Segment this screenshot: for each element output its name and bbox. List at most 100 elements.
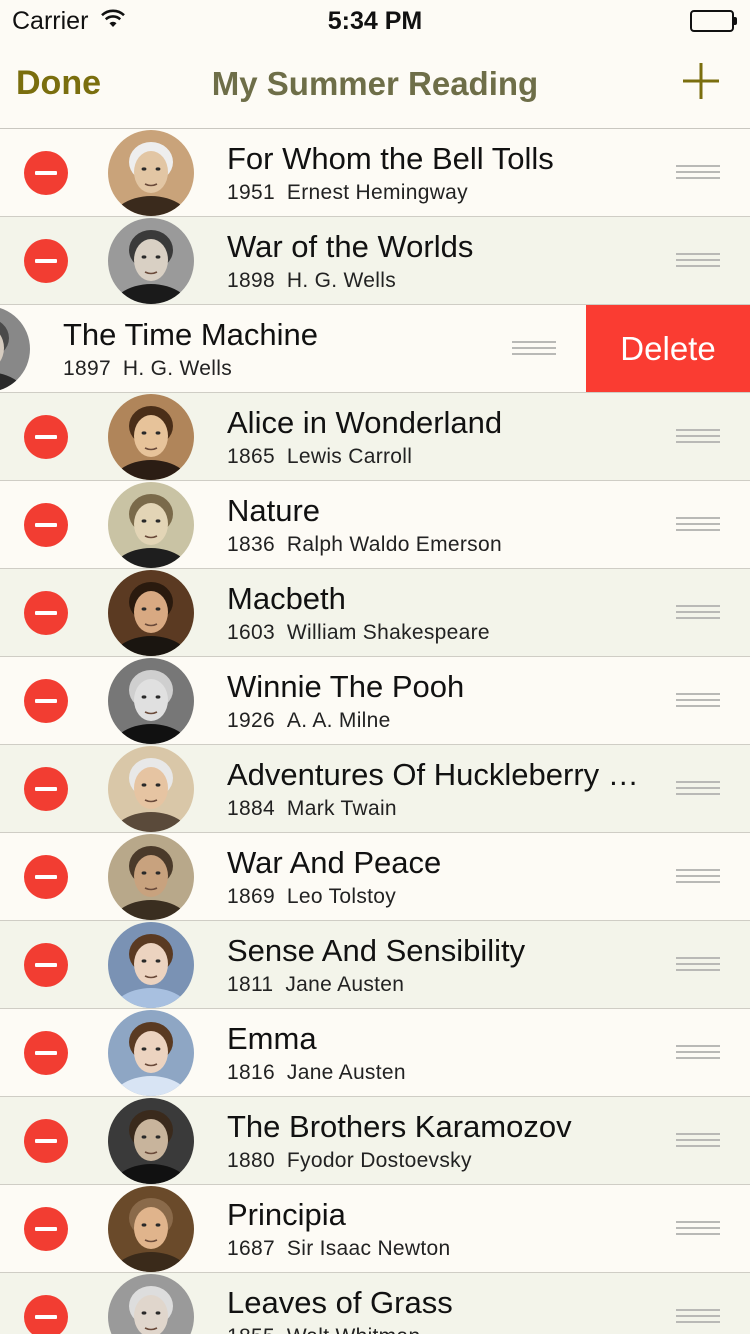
book-author: Sir Isaac Newton <box>286 1237 451 1260</box>
book-year: 1884 <box>227 797 275 820</box>
delete-circle-icon[interactable] <box>24 943 68 987</box>
reorder-handle-icon[interactable] <box>676 165 720 181</box>
row-content: War of the Worlds 1898 H. G. Wells <box>0 217 750 304</box>
delete-circle-icon[interactable] <box>24 503 68 547</box>
book-title: Nature <box>227 493 321 528</box>
reorder-handle-icon[interactable] <box>676 1045 720 1061</box>
table-row[interactable]: Emma 1816 Jane Austen <box>0 1009 750 1097</box>
row-content: Principia 1687 Sir Isaac Newton <box>0 1185 750 1272</box>
book-author: Ernest Hemingway <box>286 181 468 204</box>
book-year: 1855 <box>227 1325 275 1334</box>
delete-circle-icon[interactable] <box>24 855 68 899</box>
book-year: 1880 <box>227 1149 275 1172</box>
book-meta: 1811 Jane Austen <box>227 973 404 997</box>
table-row[interactable]: Nature 1836 Ralph Waldo Emerson <box>0 481 750 569</box>
book-year: 1869 <box>227 885 275 908</box>
book-year: 1811 <box>227 973 274 996</box>
book-author: H. G. Wells <box>286 269 397 292</box>
page-title: My Summer Reading <box>211 65 539 102</box>
author-portrait <box>108 482 194 568</box>
author-portrait <box>108 746 194 832</box>
delete-button[interactable]: Delete <box>586 305 750 392</box>
delete-circle-icon[interactable] <box>24 591 68 635</box>
reorder-handle-icon[interactable] <box>676 1309 720 1325</box>
battery-icon <box>690 10 738 32</box>
reorder-handle-icon[interactable] <box>676 1221 720 1237</box>
book-meta: 1836 Ralph Waldo Emerson <box>227 533 502 557</box>
book-author: Fyodor Dostoevsky <box>286 1149 472 1172</box>
table-row[interactable]: Macbeth 1603 William Shakespeare <box>0 569 750 657</box>
delete-circle-icon[interactable] <box>24 1031 68 1075</box>
book-year: 1951 <box>227 181 275 204</box>
book-year: 1897 <box>63 357 111 380</box>
table-row[interactable]: War of the Worlds 1898 H. G. Wells <box>0 217 750 305</box>
row-content: The Time Machine 1897 H. G. Wells <box>0 305 586 392</box>
book-title: Principia <box>227 1197 346 1232</box>
author-portrait <box>108 218 194 304</box>
table-row[interactable]: The Time Machine 1897 H. G. Wells Delete <box>0 305 750 393</box>
delete-circle-icon[interactable] <box>24 1119 68 1163</box>
book-author: William Shakespeare <box>286 621 490 644</box>
delete-circle-icon[interactable] <box>24 1295 68 1334</box>
table-row[interactable]: Alice in Wonderland 1865 Lewis Carroll <box>0 393 750 481</box>
book-year: 1816 <box>227 1061 275 1084</box>
table-row[interactable]: For Whom the Bell Tolls 1951 Ernest Heming… <box>0 129 750 217</box>
row-content: Macbeth 1603 William Shakespeare <box>0 569 750 656</box>
book-author: A. A. Milne <box>286 709 391 732</box>
author-portrait <box>108 1098 194 1184</box>
delete-circle-icon[interactable] <box>24 1207 68 1251</box>
plus-icon[interactable] <box>678 58 724 104</box>
author-portrait <box>108 394 194 480</box>
reorder-handle-icon[interactable] <box>676 517 720 533</box>
row-content: War And Peace 1869 Leo Tolstoy <box>0 833 750 920</box>
table-row[interactable]: Principia 1687 Sir Isaac Newton <box>0 1185 750 1273</box>
reorder-handle-icon[interactable] <box>676 869 720 885</box>
table-row[interactable]: War And Peace 1869 Leo Tolstoy <box>0 833 750 921</box>
book-author: Lewis Carroll <box>286 445 413 468</box>
delete-circle-icon[interactable] <box>24 415 68 459</box>
author-portrait <box>108 834 194 920</box>
book-title: Winnie The Pooh <box>227 669 465 704</box>
reorder-handle-icon[interactable] <box>676 1133 720 1149</box>
delete-circle-icon[interactable] <box>24 767 68 811</box>
book-meta: 1884 Mark Twain <box>227 797 397 821</box>
row-content: Emma 1816 Jane Austen <box>0 1009 750 1096</box>
table-row[interactable]: Adventures Of Huckleberry Finn 1884 Mark T… <box>0 745 750 833</box>
book-meta: 1897 H. G. Wells <box>63 357 232 381</box>
book-title: War of the Worlds <box>227 229 474 264</box>
author-portrait <box>108 570 194 656</box>
table-row[interactable]: Winnie The Pooh 1926 A. A. Milne <box>0 657 750 745</box>
reorder-handle-icon[interactable] <box>676 957 720 973</box>
reorder-handle-icon[interactable] <box>512 341 556 357</box>
author-portrait <box>108 1274 194 1334</box>
author-portrait <box>108 922 194 1008</box>
table-row[interactable]: Sense And Sensibility 1811 Jane Austen <box>0 921 750 1009</box>
author-portrait <box>108 658 194 744</box>
book-meta: 1865 Lewis Carroll <box>227 445 412 469</box>
book-author: Leo Tolstoy <box>286 885 397 908</box>
book-title: The Brothers Karamozov <box>227 1109 572 1144</box>
reorder-handle-icon[interactable] <box>676 605 720 621</box>
author-portrait <box>0 306 30 392</box>
reorder-handle-icon[interactable] <box>676 429 720 445</box>
delete-circle-icon[interactable] <box>24 151 68 195</box>
reorder-handle-icon[interactable] <box>676 781 720 797</box>
reorder-handle-icon[interactable] <box>676 693 720 709</box>
table-row[interactable]: The Brothers Karamozov 1880 Fyodor Dostoev… <box>0 1097 750 1185</box>
book-author: Jane Austen <box>286 1061 406 1084</box>
book-title: Sense And Sensibility <box>227 933 526 968</box>
book-title: Adventures Of Huckleberry Finn <box>227 757 655 792</box>
row-content: Alice in Wonderland 1865 Lewis Carroll <box>0 393 750 480</box>
row-content: Sense And Sensibility 1811 Jane Austen <box>0 921 750 1008</box>
row-content: The Brothers Karamozov 1880 Fyodor Dostoev… <box>0 1097 750 1184</box>
reorder-handle-icon[interactable] <box>676 253 720 269</box>
delete-circle-icon[interactable] <box>24 239 68 283</box>
book-year: 1898 <box>227 269 275 292</box>
table-row[interactable]: Leaves of Grass 1855 Walt Whitman <box>0 1273 750 1334</box>
book-year: 1603 <box>227 621 275 644</box>
book-author: Jane Austen <box>285 973 405 996</box>
book-title: Macbeth <box>227 581 346 616</box>
delete-circle-icon[interactable] <box>24 679 68 723</box>
book-year: 1836 <box>227 533 275 556</box>
row-content: Nature 1836 Ralph Waldo Emerson <box>0 481 750 568</box>
